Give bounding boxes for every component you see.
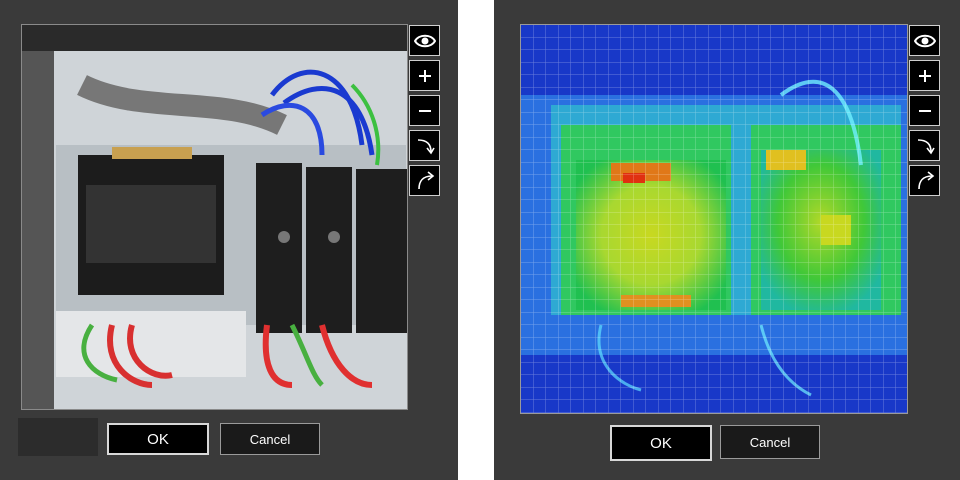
- eye-icon[interactable]: [909, 25, 940, 56]
- zoom-out-icon[interactable]: [909, 95, 940, 126]
- zoom-out-icon[interactable]: [409, 95, 440, 126]
- footer-shade: [18, 418, 98, 456]
- rotate-counterclockwise-icon[interactable]: [409, 165, 440, 196]
- ok-button[interactable]: OK: [610, 425, 712, 461]
- eye-icon[interactable]: [409, 25, 440, 56]
- zoom-in-icon[interactable]: [409, 60, 440, 91]
- left-dialog-panel: OK Cancel: [0, 0, 458, 480]
- thermal-viewer[interactable]: [520, 24, 908, 414]
- ok-button[interactable]: OK: [107, 423, 209, 455]
- electrical-panel-photo: [22, 25, 407, 409]
- right-dialog-panel: OK Cancel: [494, 0, 960, 480]
- cancel-button[interactable]: Cancel: [720, 425, 820, 459]
- cancel-button[interactable]: Cancel: [220, 423, 320, 455]
- rotate-clockwise-icon[interactable]: [409, 130, 440, 161]
- viewer-toolbar: [909, 25, 940, 200]
- thermal-heatmap: [521, 25, 907, 413]
- zoom-in-icon[interactable]: [909, 60, 940, 91]
- rotate-clockwise-icon[interactable]: [909, 130, 940, 161]
- rotate-counterclockwise-icon[interactable]: [909, 165, 940, 196]
- photo-viewer[interactable]: [21, 24, 408, 410]
- viewer-toolbar: [409, 25, 440, 200]
